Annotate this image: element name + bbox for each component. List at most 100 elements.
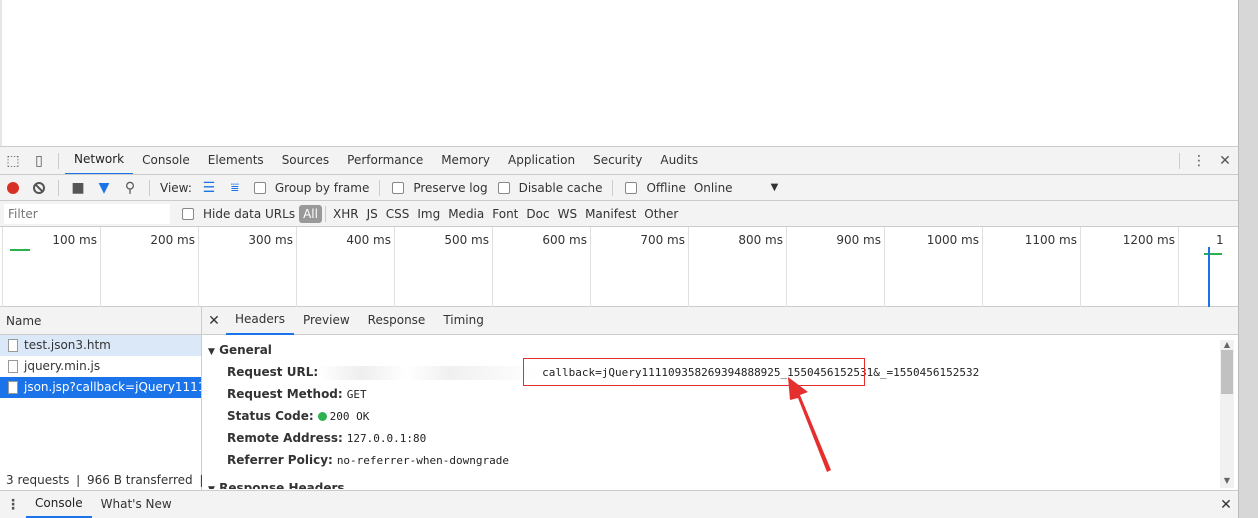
filter-type-media[interactable]: Media (444, 207, 488, 221)
timeline-tick-label: 1000 ms (926, 233, 979, 247)
timeline-tick-label: 1100 ms (1024, 233, 1077, 247)
filter-type-img[interactable]: Img (413, 207, 444, 221)
tab-memory[interactable]: Memory (432, 147, 499, 174)
record-button[interactable] (0, 176, 26, 200)
window-edge (1238, 0, 1258, 518)
tab-timing[interactable]: Timing (434, 307, 493, 334)
filter-type-all[interactable]: All (299, 204, 322, 223)
tab-console[interactable]: Console (133, 147, 199, 174)
timeline-tick: 800 ms (738, 227, 787, 307)
timeline-tick-label: 400 ms (346, 233, 391, 247)
timeline-request-bar (10, 249, 30, 251)
status-code-row: Status Code: 200 OK (227, 409, 1238, 423)
filter-type-manifest[interactable]: Manifest (581, 207, 640, 221)
tab-sources[interactable]: Sources (273, 147, 338, 174)
close-drawer-icon[interactable]: ✕ (1214, 497, 1238, 513)
tab-audits[interactable]: Audits (651, 147, 707, 174)
request-name: test.json3.htm (24, 338, 111, 352)
filter-type-xhr[interactable]: XHR (329, 207, 363, 221)
request-detail-panel: ✕ Headers Preview Response Timing ▼ Gene… (202, 307, 1238, 491)
timeline-tick-label: 100 ms (52, 233, 97, 247)
filter-type-css[interactable]: CSS (382, 207, 414, 221)
preserve-log-checkbox[interactable] (392, 181, 405, 194)
triangle-down-icon: ▼ (208, 485, 215, 489)
document-icon (8, 360, 18, 373)
filter-type-js[interactable]: JS (363, 207, 382, 221)
drawer-tab-whats-new[interactable]: What's New (92, 492, 181, 517)
record-icon (7, 181, 19, 194)
response-headers-section-toggle[interactable]: ▼ Response Headers (208, 481, 1238, 489)
filter-type-other[interactable]: Other (640, 207, 682, 221)
tab-security[interactable]: Security (584, 147, 651, 174)
divider (58, 152, 59, 169)
divider (149, 179, 150, 196)
large-rows-icon[interactable]: ☰ (196, 176, 222, 200)
filter-icon[interactable]: ▼ (91, 176, 117, 200)
request-name: json.jsp?callback=jQuery11110... (24, 380, 201, 394)
hide-data-urls-checkbox[interactable] (182, 207, 194, 220)
preserve-log-label: Preserve log (413, 180, 488, 195)
chevron-down-icon[interactable]: ▼ (771, 182, 779, 193)
request-row[interactable]: jquery.min.js (0, 356, 201, 377)
capture-screenshots-icon[interactable]: ■ (65, 176, 91, 200)
timeline-tick-label: 800 ms (738, 233, 783, 247)
close-devtools-icon[interactable]: ✕ (1212, 149, 1238, 173)
inspect-element-icon[interactable]: ⬚ (0, 149, 26, 173)
detail-tabbar: ✕ Headers Preview Response Timing (202, 307, 1238, 335)
status-code-value: 200 OK (329, 410, 370, 423)
timeline-tick: 900 ms (836, 227, 885, 307)
remote-address-row: Remote Address: 127.0.0.1:80 (227, 431, 1238, 445)
divider (58, 179, 59, 196)
search-icon[interactable]: ⚲ (117, 176, 143, 200)
group-by-frame-checkbox[interactable] (253, 181, 266, 194)
scrollbar-thumb[interactable] (1221, 350, 1233, 394)
device-toolbar-icon[interactable]: ▯ (26, 149, 52, 173)
timeline-tick-label: 300 ms (248, 233, 293, 247)
devtools-panel: ⬚ ▯ Network Console Elements Sources Per… (0, 146, 1238, 518)
tab-headers[interactable]: Headers (226, 307, 294, 335)
filter-bar: Hide data URLs All XHR JS CSS Img Media … (0, 201, 1238, 227)
more-options-icon[interactable]: ⋮ (1186, 149, 1212, 173)
filter-type-font[interactable]: Font (488, 207, 522, 221)
clear-button[interactable] (26, 176, 52, 200)
scroll-down-icon[interactable]: ▼ (1220, 476, 1234, 486)
divider (1179, 152, 1180, 169)
tab-network[interactable]: Network (65, 147, 134, 174)
timeline-tick: 600 ms (542, 227, 591, 307)
drawer-menu-icon[interactable]: ⋮ (0, 497, 26, 513)
tab-preview[interactable]: Preview (294, 307, 359, 334)
view-label: View: (160, 180, 192, 195)
group-by-frame-label: Group by frame (274, 180, 370, 195)
timeline-tick-label: 200 ms (150, 233, 195, 247)
drawer-tab-console[interactable]: Console (26, 491, 92, 518)
filter-type-ws[interactable]: WS (554, 207, 581, 221)
request-row[interactable]: test.json3.htm (0, 335, 201, 356)
timeline-overview[interactable]: 100 ms 200 ms 300 ms 400 ms 500 ms 600 m… (0, 227, 1238, 307)
tab-elements[interactable]: Elements (199, 147, 273, 174)
offline-checkbox[interactable] (625, 181, 638, 194)
throttling-select[interactable]: Online (694, 181, 733, 195)
disable-cache-checkbox[interactable] (497, 181, 510, 194)
scroll-up-icon[interactable]: ▲ (1220, 340, 1234, 350)
filter-type-doc[interactable]: Doc (522, 207, 553, 221)
general-section-toggle[interactable]: ▼ General (208, 343, 1238, 357)
status-code-label: Status Code: (227, 409, 314, 423)
request-method-row: Request Method: GET (227, 387, 1238, 401)
timeline-tick-label: 500 ms (444, 233, 489, 247)
tab-response[interactable]: Response (359, 307, 435, 334)
redacted-url-part (318, 365, 539, 380)
offline-label: Offline (646, 180, 686, 195)
tab-performance[interactable]: Performance (338, 147, 432, 174)
timeline-request-bar (1204, 253, 1222, 255)
tab-application[interactable]: Application (499, 147, 584, 174)
timeline-tick: 1100 ms (1025, 227, 1081, 307)
clear-icon (33, 181, 45, 194)
request-row[interactable]: json.jsp?callback=jQuery11110... (0, 377, 201, 398)
name-column-header[interactable]: Name (0, 307, 201, 335)
status-ok-icon (317, 412, 327, 421)
filter-input[interactable] (4, 203, 170, 224)
overview-icon[interactable]: ⩸ (222, 176, 248, 200)
network-toolbar: ■ ▼ ⚲ View: ☰ ⩸ Group by frame Preserve … (0, 175, 1238, 201)
devtools-tabbar: ⬚ ▯ Network Console Elements Sources Per… (0, 147, 1238, 175)
close-icon[interactable]: ✕ (202, 313, 226, 329)
